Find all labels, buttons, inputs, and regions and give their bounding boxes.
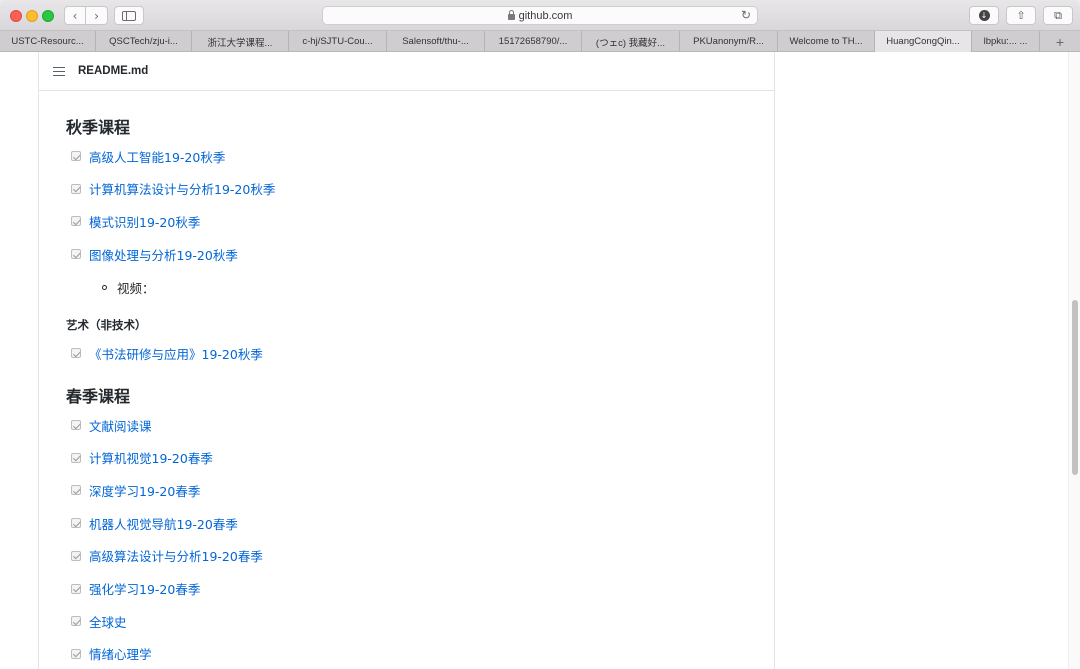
checked-checkbox-icon bbox=[71, 249, 81, 260]
sidebar-icon bbox=[122, 10, 136, 21]
checked-checkbox-icon bbox=[71, 485, 81, 496]
browser-tab[interactable]: 15172658790/... bbox=[485, 31, 582, 52]
tab-bar: USTC-Resourc... QSCTech/zju-i... 浙江大学课程...… bbox=[0, 31, 1080, 52]
art-courses-heading: 艺术（非技术） bbox=[66, 318, 147, 332]
sub-item-text: 视频： bbox=[117, 281, 155, 296]
readme-title: README.md bbox=[78, 65, 149, 77]
course-link[interactable]: 深度学习19-20春季 bbox=[89, 481, 200, 500]
task-list-item: 深度学习19-20春季 bbox=[71, 481, 200, 499]
course-link[interactable]: 高级人工智能19-20秋季 bbox=[89, 147, 225, 166]
course-link[interactable]: 计算机视觉19-20春季 bbox=[89, 448, 213, 467]
checked-checkbox-icon bbox=[71, 518, 81, 529]
task-list-item: 情绪心理学 bbox=[71, 645, 152, 663]
checked-checkbox-icon bbox=[71, 550, 81, 561]
checked-checkbox-icon bbox=[71, 648, 81, 659]
share-button[interactable]: ⇧ bbox=[1006, 6, 1036, 25]
course-link[interactable]: 全球史 bbox=[89, 612, 127, 631]
browser-toolbar: ‹ › github.com ↻ ↓ ⇧ ⧉ bbox=[0, 0, 1080, 31]
task-list-item: 计算机算法设计与分析19-20秋季 bbox=[71, 180, 275, 198]
new-tab-button[interactable]: + bbox=[1040, 31, 1080, 52]
task-list-item: 《书法研修与应用》19-20秋季 bbox=[71, 344, 263, 362]
task-list-item: 模式识别19-20秋季 bbox=[71, 212, 200, 230]
browser-tab[interactable]: Welcome to TH... bbox=[778, 31, 875, 52]
browser-tab[interactable]: QSCTech/zju-i... bbox=[96, 31, 192, 52]
readme-panel: README.md 秋季课程 高级人工智能19-20秋季计算机算法设计与分析19… bbox=[38, 52, 775, 669]
course-link[interactable]: 模式识别19-20秋季 bbox=[89, 212, 200, 231]
browser-window: ‹ › github.com ↻ ↓ ⇧ ⧉ USTC-Resourc... QS… bbox=[0, 0, 1080, 669]
task-list-item: 机器人视觉导航19-20春季 bbox=[71, 514, 238, 532]
course-link[interactable]: 计算机算法设计与分析19-20秋季 bbox=[89, 179, 275, 198]
checked-checkbox-icon bbox=[71, 348, 81, 358]
zoom-window-button[interactable] bbox=[42, 10, 54, 22]
course-link[interactable]: 机器人视觉导航19-20春季 bbox=[89, 514, 238, 533]
checked-checkbox-icon bbox=[71, 616, 81, 627]
lock-icon bbox=[507, 9, 515, 20]
browser-tab[interactable]: PKUanonym/R... bbox=[680, 31, 778, 52]
checked-checkbox-icon bbox=[71, 183, 81, 194]
web-page: README.md 秋季课程 高级人工智能19-20秋季计算机算法设计与分析19… bbox=[0, 52, 1080, 669]
browser-tab[interactable]: lbpku:... ... bbox=[972, 31, 1040, 52]
hollow-bullet-icon bbox=[102, 285, 107, 290]
browser-tab[interactable]: Salensoft/thu-... bbox=[387, 31, 485, 52]
minimize-window-button[interactable] bbox=[26, 10, 38, 22]
course-link[interactable]: 文献阅读课 bbox=[89, 416, 152, 435]
chevron-left-icon: ‹ bbox=[72, 8, 78, 23]
task-list-item: 强化学习19-20春季 bbox=[71, 580, 200, 598]
task-list-item: 高级算法设计与分析19-20春季 bbox=[71, 547, 263, 565]
browser-tab[interactable]: (つェc) 我藏好... bbox=[582, 31, 680, 52]
checked-checkbox-icon bbox=[71, 452, 81, 463]
browser-tab[interactable]: USTC-Resourc... bbox=[0, 31, 96, 52]
chevron-right-icon: › bbox=[94, 8, 99, 23]
back-button[interactable]: ‹ bbox=[64, 6, 86, 25]
task-list-item: 图像处理与分析19-20秋季 bbox=[71, 245, 238, 263]
download-icon: ↓ bbox=[978, 10, 990, 21]
downloads-button[interactable]: ↓ bbox=[969, 6, 999, 25]
course-link[interactable]: 强化学习19-20春季 bbox=[89, 579, 200, 598]
checked-checkbox-icon bbox=[71, 583, 81, 594]
close-window-button[interactable] bbox=[10, 10, 22, 22]
checked-checkbox-icon bbox=[71, 216, 81, 227]
readme-header: README.md bbox=[39, 52, 774, 91]
task-list-item: 高级人工智能19-20秋季 bbox=[71, 147, 225, 165]
browser-tab[interactable]: HuangCongQin... bbox=[875, 31, 972, 52]
checked-checkbox-icon bbox=[71, 151, 81, 161]
course-link[interactable]: 情绪心理学 bbox=[89, 644, 152, 663]
course-link[interactable]: 图像处理与分析19-20秋季 bbox=[89, 245, 238, 264]
share-icon: ⇧ bbox=[1016, 9, 1026, 22]
course-link[interactable]: 高级算法设计与分析19-20春季 bbox=[89, 546, 263, 565]
sidebar-toggle-button[interactable] bbox=[114, 6, 144, 25]
table-of-contents-icon[interactable] bbox=[53, 66, 65, 76]
reload-icon[interactable]: ↻ bbox=[741, 8, 751, 22]
forward-button[interactable]: › bbox=[86, 6, 108, 25]
video-sub-item: 视频： bbox=[102, 278, 155, 297]
autumn-courses-heading: 秋季课程 bbox=[66, 118, 131, 137]
scrollbar-thumb[interactable] bbox=[1072, 300, 1078, 475]
address-bar[interactable]: github.com ↻ bbox=[322, 6, 758, 25]
course-link[interactable]: 《书法研修与应用》19-20秋季 bbox=[89, 344, 263, 363]
browser-tab[interactable]: c-hj/SJTU-Cou... bbox=[289, 31, 387, 52]
spring-courses-heading: 春季课程 bbox=[66, 387, 131, 406]
browser-tab[interactable]: 浙江大学课程... bbox=[192, 31, 289, 52]
task-list-item: 计算机视觉19-20春季 bbox=[71, 449, 213, 467]
page-scrollbar[interactable] bbox=[1068, 52, 1080, 669]
tabs-overview-icon: ⧉ bbox=[1054, 8, 1062, 22]
show-tabs-button[interactable]: ⧉ bbox=[1043, 6, 1073, 25]
task-list-item: 全球史 bbox=[71, 612, 127, 630]
task-list-item: 文献阅读课 bbox=[71, 416, 152, 434]
url-text: github.com bbox=[518, 9, 573, 22]
checked-checkbox-icon bbox=[71, 420, 81, 430]
